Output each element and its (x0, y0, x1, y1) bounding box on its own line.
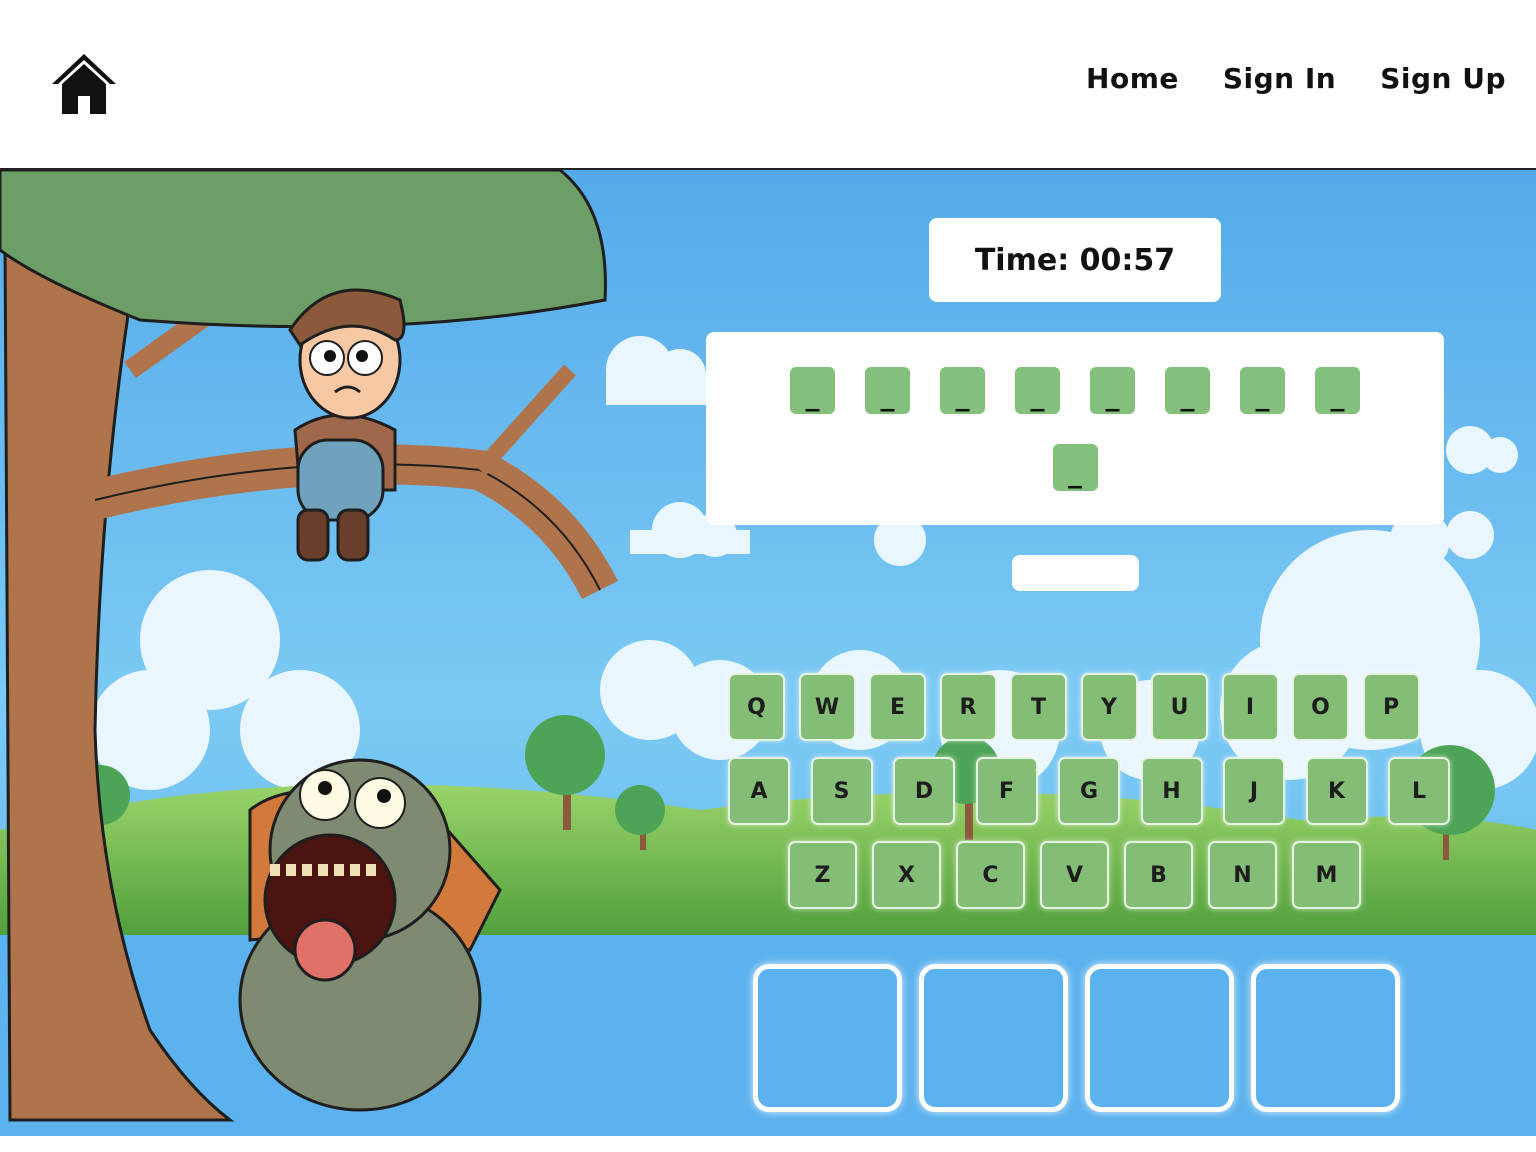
lives-boxes (753, 964, 1400, 1112)
key-v[interactable]: V (1040, 841, 1109, 909)
key-x[interactable]: X (872, 841, 941, 909)
key-e[interactable]: E (869, 673, 926, 741)
key-k[interactable]: K (1305, 757, 1368, 825)
key-u[interactable]: U (1151, 673, 1208, 741)
key-m[interactable]: M (1292, 841, 1361, 909)
house-icon[interactable] (50, 50, 118, 118)
keyboard-row-1: Q W E R T Y U I O P (728, 673, 1420, 741)
timer-display: Time: 00:57 (929, 218, 1221, 302)
key-j[interactable]: J (1223, 757, 1285, 825)
nav-home-link[interactable]: Home (1086, 62, 1179, 95)
letter-slot: _ (1090, 366, 1135, 414)
key-y[interactable]: Y (1080, 673, 1138, 741)
life-box (753, 964, 902, 1112)
key-i[interactable]: I (1221, 673, 1279, 741)
keyboard-row-2: A S D F G H J K L (728, 757, 1450, 825)
keyboard-row-3: Z X C V B N M (788, 841, 1361, 909)
key-b[interactable]: B (1124, 841, 1193, 909)
key-f[interactable]: F (975, 757, 1038, 825)
key-r[interactable]: R (939, 673, 997, 741)
letter-slot: _ (790, 366, 835, 414)
life-box (1085, 964, 1234, 1112)
key-h[interactable]: H (1140, 757, 1203, 825)
nav-sign-in-link[interactable]: Sign In (1223, 62, 1336, 95)
top-header: Home Sign In Sign Up (0, 0, 1536, 168)
life-box (1251, 964, 1400, 1112)
key-z[interactable]: Z (788, 841, 857, 909)
key-p[interactable]: P (1362, 673, 1420, 741)
main-nav: Home Sign In Sign Up (1086, 62, 1506, 95)
life-box (919, 964, 1068, 1112)
letter-slot: _ (1240, 366, 1285, 414)
word-slots-panel: _ _ _ _ _ _ _ _ _ (706, 332, 1444, 525)
key-n[interactable]: N (1208, 841, 1277, 909)
key-s[interactable]: S (810, 757, 873, 825)
letter-slot: _ (1052, 443, 1098, 491)
key-o[interactable]: O (1292, 673, 1349, 741)
key-g[interactable]: G (1058, 757, 1120, 825)
game-scene: Time: 00:57 _ _ _ _ _ _ _ _ _ Q W E R T … (0, 168, 1536, 1136)
key-d[interactable]: D (893, 757, 955, 825)
key-a[interactable]: A (728, 757, 790, 825)
letter-slot: _ (865, 366, 910, 414)
status-message (1012, 555, 1139, 591)
key-l[interactable]: L (1388, 757, 1450, 825)
letter-slot: _ (940, 366, 985, 414)
key-c[interactable]: C (956, 841, 1025, 909)
letter-slot: _ (1165, 366, 1210, 414)
nav-sign-up-link[interactable]: Sign Up (1380, 62, 1506, 95)
key-w[interactable]: W (798, 673, 856, 741)
letter-slot: _ (1315, 366, 1360, 414)
letter-slot: _ (1015, 366, 1060, 414)
key-q[interactable]: Q (728, 673, 785, 741)
key-t[interactable]: T (1010, 673, 1067, 741)
